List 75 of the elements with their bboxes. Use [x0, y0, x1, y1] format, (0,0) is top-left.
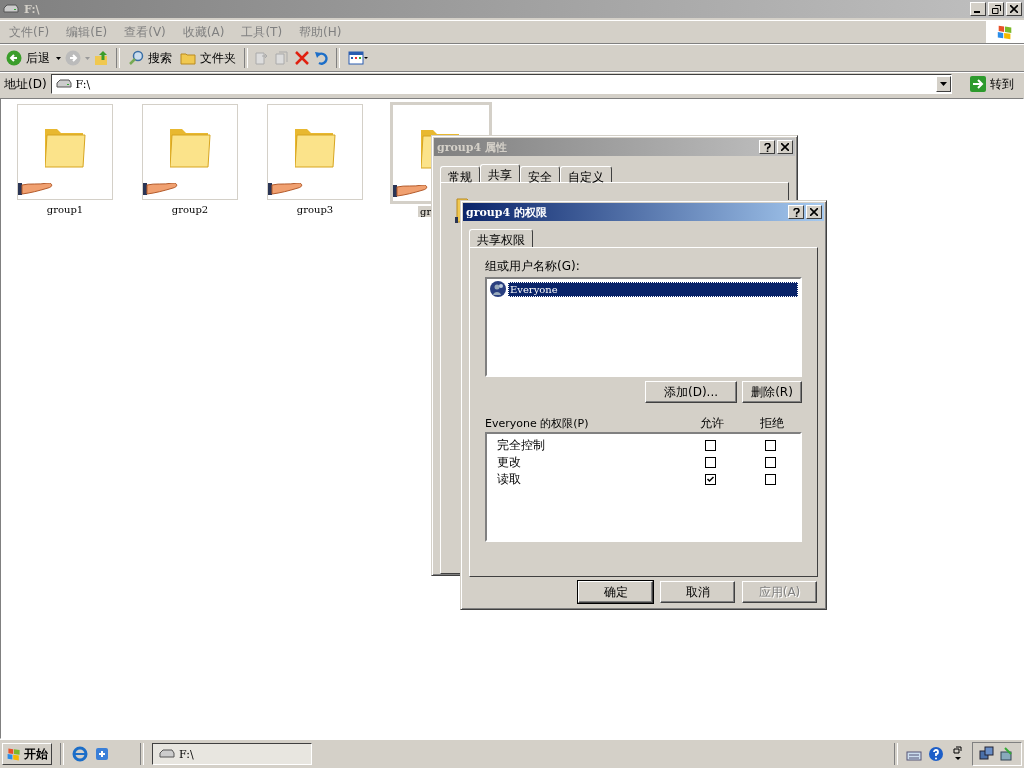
- help-icon[interactable]: [928, 746, 944, 762]
- dropdown-icon[interactable]: [56, 56, 61, 60]
- minimize-button[interactable]: [970, 2, 986, 16]
- drive-icon: [159, 749, 175, 759]
- go-button[interactable]: 转到: [956, 75, 1022, 93]
- close-icon: [781, 143, 789, 151]
- document-icon[interactable]: [94, 746, 110, 762]
- add-button[interactable]: 添加(D)...: [645, 381, 737, 403]
- close-icon: [810, 208, 818, 216]
- restore-button[interactable]: [988, 2, 1004, 16]
- restore-icon: [991, 4, 1001, 14]
- dialog-title: group4 属性: [437, 139, 507, 155]
- folder-icon: [180, 50, 196, 66]
- dialog-title: group4 的权限: [466, 204, 547, 220]
- permission-name: 读取: [497, 471, 522, 488]
- taskbar-button[interactable]: F:\: [152, 743, 312, 765]
- caret-icon: [940, 82, 947, 86]
- folders-button[interactable]: 文件夹: [178, 47, 238, 69]
- users-icon: [489, 280, 507, 298]
- network-icon[interactable]: [979, 746, 995, 762]
- go-arrow-icon: [970, 76, 986, 92]
- folder-thumbnail[interactable]: [267, 104, 363, 200]
- search-button[interactable]: 搜索: [126, 47, 174, 69]
- allow-checkbox[interactable]: [704, 440, 716, 451]
- help-button[interactable]: [788, 205, 804, 219]
- help-icon: [763, 142, 771, 152]
- views-button[interactable]: [346, 48, 370, 68]
- close-button[interactable]: [806, 205, 822, 219]
- window-title: F:\: [24, 2, 40, 16]
- tab[interactable]: 共享: [480, 164, 520, 182]
- permission-name: 更改: [497, 454, 522, 471]
- drive-icon: [3, 4, 19, 14]
- dropdown-button[interactable]: [936, 76, 951, 92]
- delete-icon[interactable]: [294, 50, 310, 66]
- search-icon: [128, 50, 144, 66]
- undo-icon[interactable]: [314, 50, 330, 66]
- help-icon: [792, 207, 800, 217]
- folder-thumbnail[interactable]: [17, 104, 113, 200]
- remove-button[interactable]: 删除(R): [742, 381, 802, 403]
- flag-icon: [6, 746, 22, 762]
- permissions-label: Everyone 的权限(P): [485, 416, 590, 431]
- group-label: 组或用户名称(G):: [485, 258, 581, 275]
- address-field[interactable]: F:\: [50, 74, 952, 94]
- allow-checkbox[interactable]: [704, 474, 716, 485]
- browser-icon[interactable]: [72, 746, 88, 762]
- tab[interactable]: 共享权限: [469, 229, 533, 247]
- back-button[interactable]: 后退: [4, 47, 52, 69]
- deny-checkbox[interactable]: [764, 457, 776, 468]
- folder-name: group3: [295, 204, 335, 215]
- user-item[interactable]: Everyone: [508, 281, 798, 297]
- allow-checkbox[interactable]: [704, 457, 716, 468]
- drive-icon: [55, 79, 72, 89]
- deny-checkbox[interactable]: [764, 440, 776, 451]
- close-button[interactable]: [777, 140, 793, 154]
- dialog-button[interactable]: 取消: [660, 581, 735, 603]
- folder-icon: [169, 128, 211, 168]
- address-label: 地址(D): [4, 75, 47, 93]
- views-icon: [348, 50, 368, 66]
- tab[interactable]: 自定义: [560, 166, 612, 182]
- network-icon[interactable]: [999, 746, 1015, 762]
- close-button[interactable]: [1006, 2, 1022, 16]
- folder-thumbnail[interactable]: [142, 104, 238, 200]
- permission-name: 完全控制: [497, 437, 546, 454]
- column-header: 允许: [699, 415, 725, 432]
- deny-checkbox[interactable]: [764, 474, 776, 485]
- start-button[interactable]: 开始: [2, 743, 52, 765]
- folder-icon: [44, 128, 86, 168]
- dialog-button[interactable]: 确定: [578, 581, 653, 603]
- folder-icon: [294, 128, 336, 168]
- help-button[interactable]: [759, 140, 775, 154]
- column-header: 拒绝: [759, 415, 785, 432]
- close-icon: [1010, 5, 1018, 13]
- folder-name: group1: [45, 204, 85, 215]
- folder-name: group2: [170, 204, 210, 215]
- tab[interactable]: 安全: [520, 166, 560, 182]
